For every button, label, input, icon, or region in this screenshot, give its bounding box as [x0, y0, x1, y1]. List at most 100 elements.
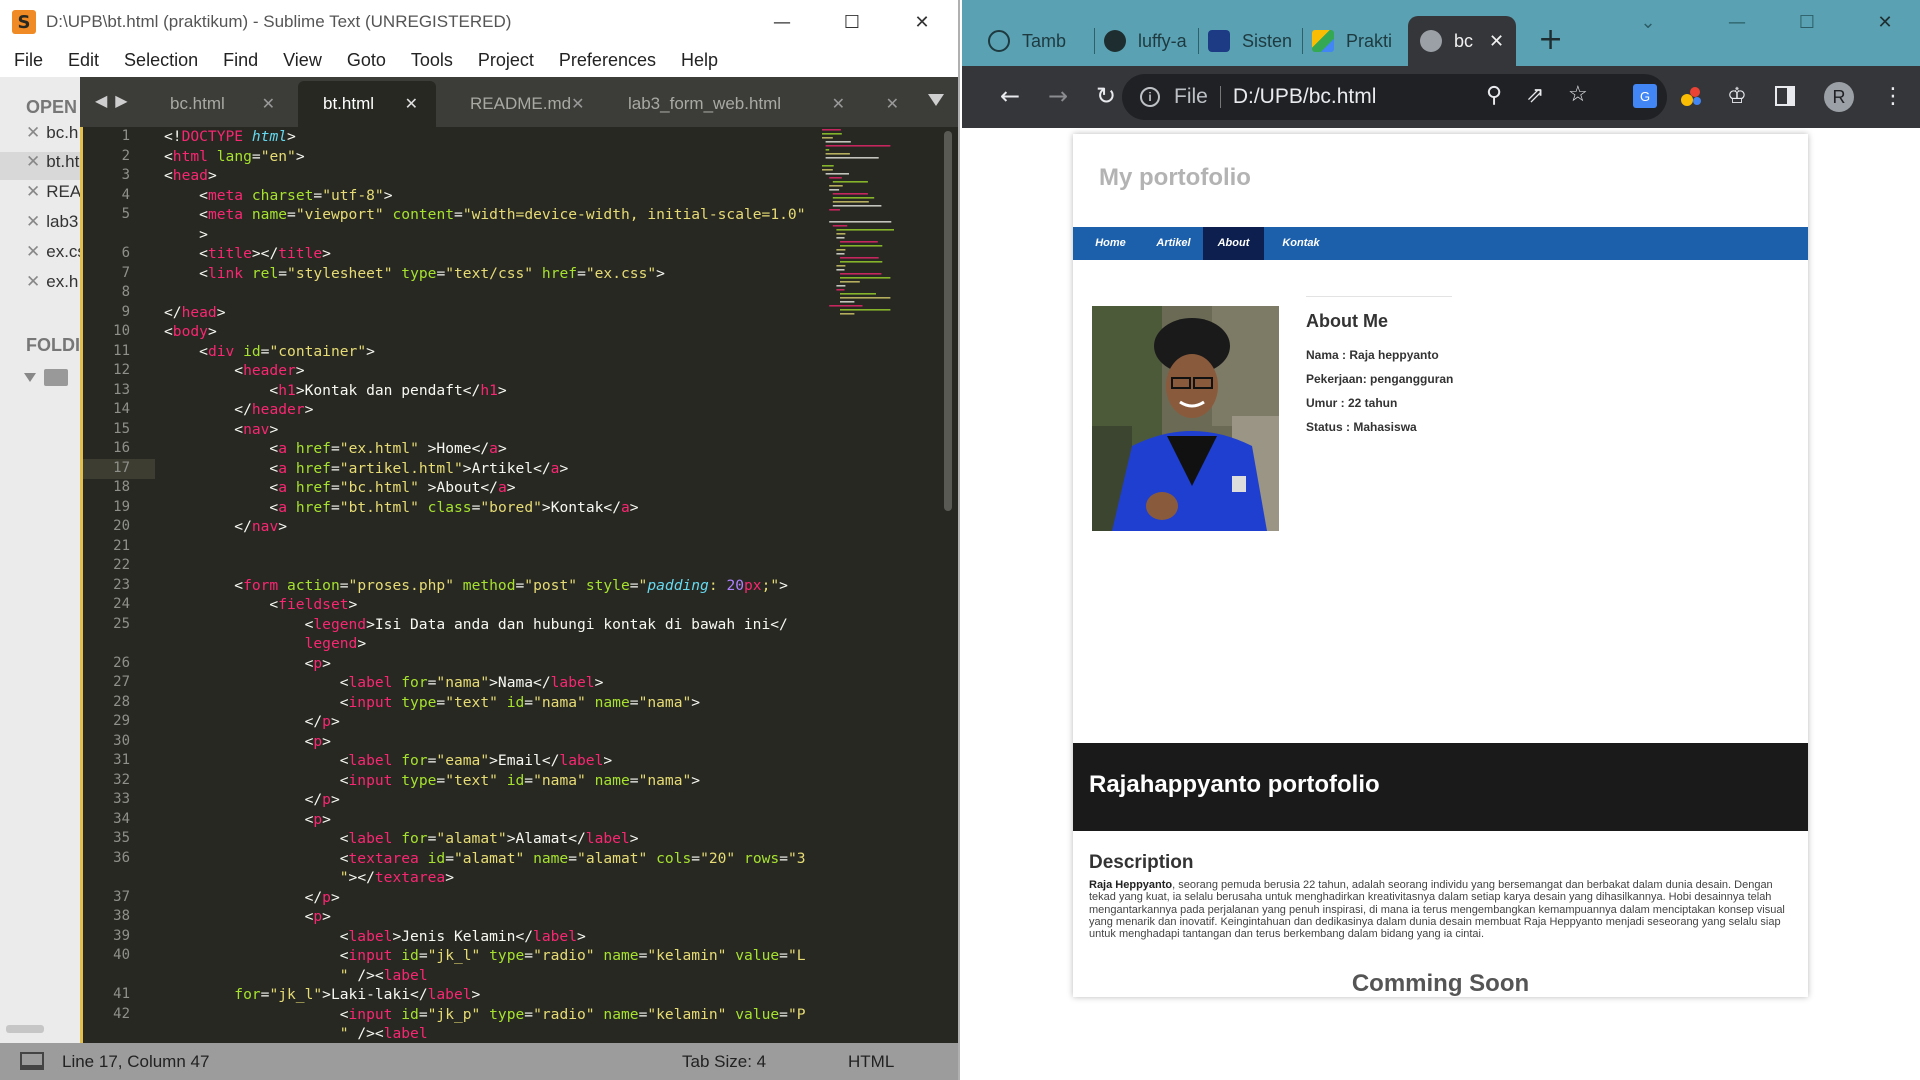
- menu-selection[interactable]: Selection: [111, 50, 210, 71]
- close-file-icon[interactable]: ✕: [26, 123, 40, 142]
- menu-goto[interactable]: Goto: [334, 50, 398, 71]
- folder-row[interactable]: [24, 369, 68, 386]
- nav-about[interactable]: About: [1203, 227, 1264, 260]
- sidebar-file-bt[interactable]: ✕ bt.ht: [0, 152, 80, 180]
- browser-tab-2[interactable]: luffy-a: [1094, 16, 1194, 66]
- tab-overflow-icon[interactable]: [928, 94, 944, 106]
- code-line[interactable]: <p>: [164, 732, 331, 752]
- code-line[interactable]: <link rel="stylesheet" type="text/css" h…: [164, 264, 665, 284]
- panel-toggle-icon[interactable]: [20, 1052, 44, 1070]
- translate-icon[interactable]: G: [1630, 81, 1660, 111]
- code-line[interactable]: <label for="nama">Nama</label>: [164, 673, 604, 693]
- sidebar-file-lab3[interactable]: ✕ lab3: [26, 212, 80, 240]
- code-line[interactable]: </p>: [164, 790, 340, 810]
- code-line[interactable]: <a href="artikel.html">Artikel</a>: [164, 459, 568, 479]
- tab-lab3-form[interactable]: lab3_form_web.html ✕ ✕: [603, 81, 941, 127]
- code-line[interactable]: "></textarea>: [164, 868, 454, 888]
- code-line[interactable]: <label for="eama">Email</label>: [164, 751, 612, 771]
- code-line[interactable]: <meta name="viewport" content="width=dev…: [164, 205, 805, 225]
- code-line[interactable]: >: [164, 225, 208, 245]
- sidebar-file-readme[interactable]: ✕ REA: [26, 182, 80, 210]
- minimize-button[interactable]: —: [1707, 0, 1767, 44]
- new-tab-icon[interactable]: +: [1538, 22, 1563, 57]
- close-tab-icon[interactable]: ✕: [832, 94, 845, 114]
- sidebar-scrollbar[interactable]: [6, 1025, 44, 1033]
- code-line[interactable]: <legend>Isi Data anda dan hubungi kontak…: [164, 615, 788, 635]
- code-line[interactable]: <div id="container">: [164, 342, 375, 362]
- code-line[interactable]: <input id="jk_l" type="radio" name="kela…: [164, 946, 806, 966]
- code-editor[interactable]: 1 2 3 4 5 6 7 8 9 10 11 12 13 14 15 16 17 18 19 20 21 22 23 24 2…: [80, 127, 958, 1043]
- address-bar[interactable]: i File D:/UPB/bc.html ⚲ ⇗ ☆: [1122, 74, 1667, 120]
- code-line[interactable]: " /><label: [164, 1024, 428, 1043]
- address-url[interactable]: D:/UPB/bc.html: [1233, 85, 1377, 109]
- close-file-icon[interactable]: ✕: [26, 212, 40, 231]
- close-button[interactable]: ✕: [892, 0, 952, 44]
- close-tab-icon[interactable]: ✕: [571, 94, 584, 114]
- browser-tab-active[interactable]: bc ✕: [1408, 16, 1516, 66]
- code-line[interactable]: <a href="bc.html" >About</a>: [164, 478, 515, 498]
- code-line[interactable]: </head>: [164, 303, 226, 323]
- maximize-button[interactable]: ☐: [1777, 0, 1837, 44]
- code-line[interactable]: <p>: [164, 810, 331, 830]
- close-file-icon[interactable]: ✕: [26, 242, 40, 261]
- back-icon[interactable]: ←: [994, 80, 1026, 112]
- sidebar-file-ex-css[interactable]: ✕ex.cs: [26, 242, 80, 270]
- code-line[interactable]: <nav>: [164, 420, 278, 440]
- nav-kontak[interactable]: Kontak: [1267, 227, 1335, 260]
- code-line[interactable]: </p>: [164, 888, 340, 908]
- code-line[interactable]: <head>: [164, 166, 217, 186]
- code-line[interactable]: <a href="ex.html" >Home</a>: [164, 439, 506, 459]
- menu-preferences[interactable]: Preferences: [546, 50, 668, 71]
- code-line[interactable]: <label>Jenis Kelamin</label>: [164, 927, 586, 947]
- profile-avatar[interactable]: R: [1824, 82, 1854, 112]
- code-line[interactable]: </nav>: [164, 517, 287, 537]
- code-line[interactable]: <title></title>: [164, 244, 331, 264]
- close-file-icon[interactable]: ✕: [26, 182, 40, 201]
- browser-tab-3[interactable]: Sisten: [1198, 16, 1298, 66]
- code-line[interactable]: </header>: [164, 400, 313, 420]
- editor-scrollbar[interactable]: [944, 131, 952, 511]
- menu-view[interactable]: View: [270, 50, 334, 71]
- menu-file[interactable]: File: [0, 50, 55, 71]
- tab-search-icon[interactable]: ⌄: [1618, 0, 1678, 44]
- code-line[interactable]: <meta charset="utf-8">: [164, 186, 392, 206]
- syntax-mode[interactable]: HTML: [848, 1052, 894, 1072]
- sidebar-file-ex-html[interactable]: ✕ ex.h: [26, 272, 80, 300]
- nav-artikel[interactable]: Artikel: [1136, 227, 1211, 260]
- code-line[interactable]: <!DOCTYPE html>: [164, 127, 296, 147]
- tab-nav-arrows-icon[interactable]: ◀▶: [95, 91, 136, 110]
- code-line[interactable]: <h1>Kontak dan pendaft</h1>: [164, 381, 506, 401]
- menu-tools[interactable]: Tools: [398, 50, 465, 71]
- code-line[interactable]: " /><label: [164, 966, 428, 986]
- close-file-icon[interactable]: ✕: [26, 152, 40, 171]
- tab-bc-html[interactable]: bc.html ✕: [145, 81, 293, 127]
- maximize-button[interactable]: ☐: [822, 0, 882, 44]
- code-line[interactable]: <fieldset>: [164, 595, 357, 615]
- close-button[interactable]: ✕: [1855, 0, 1915, 44]
- browser-tab-4[interactable]: Prakti: [1302, 16, 1402, 66]
- code-line[interactable]: <p>: [164, 907, 331, 927]
- forward-icon[interactable]: →: [1042, 80, 1074, 112]
- close-tab-icon[interactable]: ✕: [405, 94, 418, 114]
- code-line[interactable]: </p>: [164, 712, 340, 732]
- code-line[interactable]: <input type="text" id="nama" name="nama"…: [164, 771, 700, 791]
- menu-edit[interactable]: Edit: [55, 50, 111, 71]
- close-tab-icon[interactable]: ✕: [1489, 31, 1504, 52]
- minimize-button[interactable]: —: [752, 0, 812, 44]
- code-line[interactable]: <label for="alamat">Alamat</label>: [164, 829, 639, 849]
- zoom-icon[interactable]: ⚲: [1486, 82, 1502, 108]
- code-line[interactable]: <body>: [164, 322, 217, 342]
- code-area[interactable]: <!DOCTYPE html> <html lang="en"> <head> <m…: [164, 127, 904, 1043]
- code-line[interactable]: legend>: [164, 634, 367, 654]
- code-line[interactable]: <header>: [164, 361, 304, 381]
- code-line[interactable]: <p>: [164, 654, 331, 674]
- disclosure-triangle-icon[interactable]: [24, 373, 36, 382]
- extensions-puzzle-icon[interactable]: ♔: [1722, 81, 1752, 111]
- tab-size[interactable]: Tab Size: 4: [682, 1052, 766, 1072]
- close-tab-icon[interactable]: ✕: [886, 94, 899, 114]
- tab-bt-html[interactable]: bt.html ✕: [298, 81, 436, 127]
- side-panel-icon[interactable]: [1770, 81, 1800, 111]
- menu-project[interactable]: Project: [465, 50, 546, 71]
- info-icon[interactable]: i: [1140, 87, 1160, 107]
- menu-find[interactable]: Find: [210, 50, 270, 71]
